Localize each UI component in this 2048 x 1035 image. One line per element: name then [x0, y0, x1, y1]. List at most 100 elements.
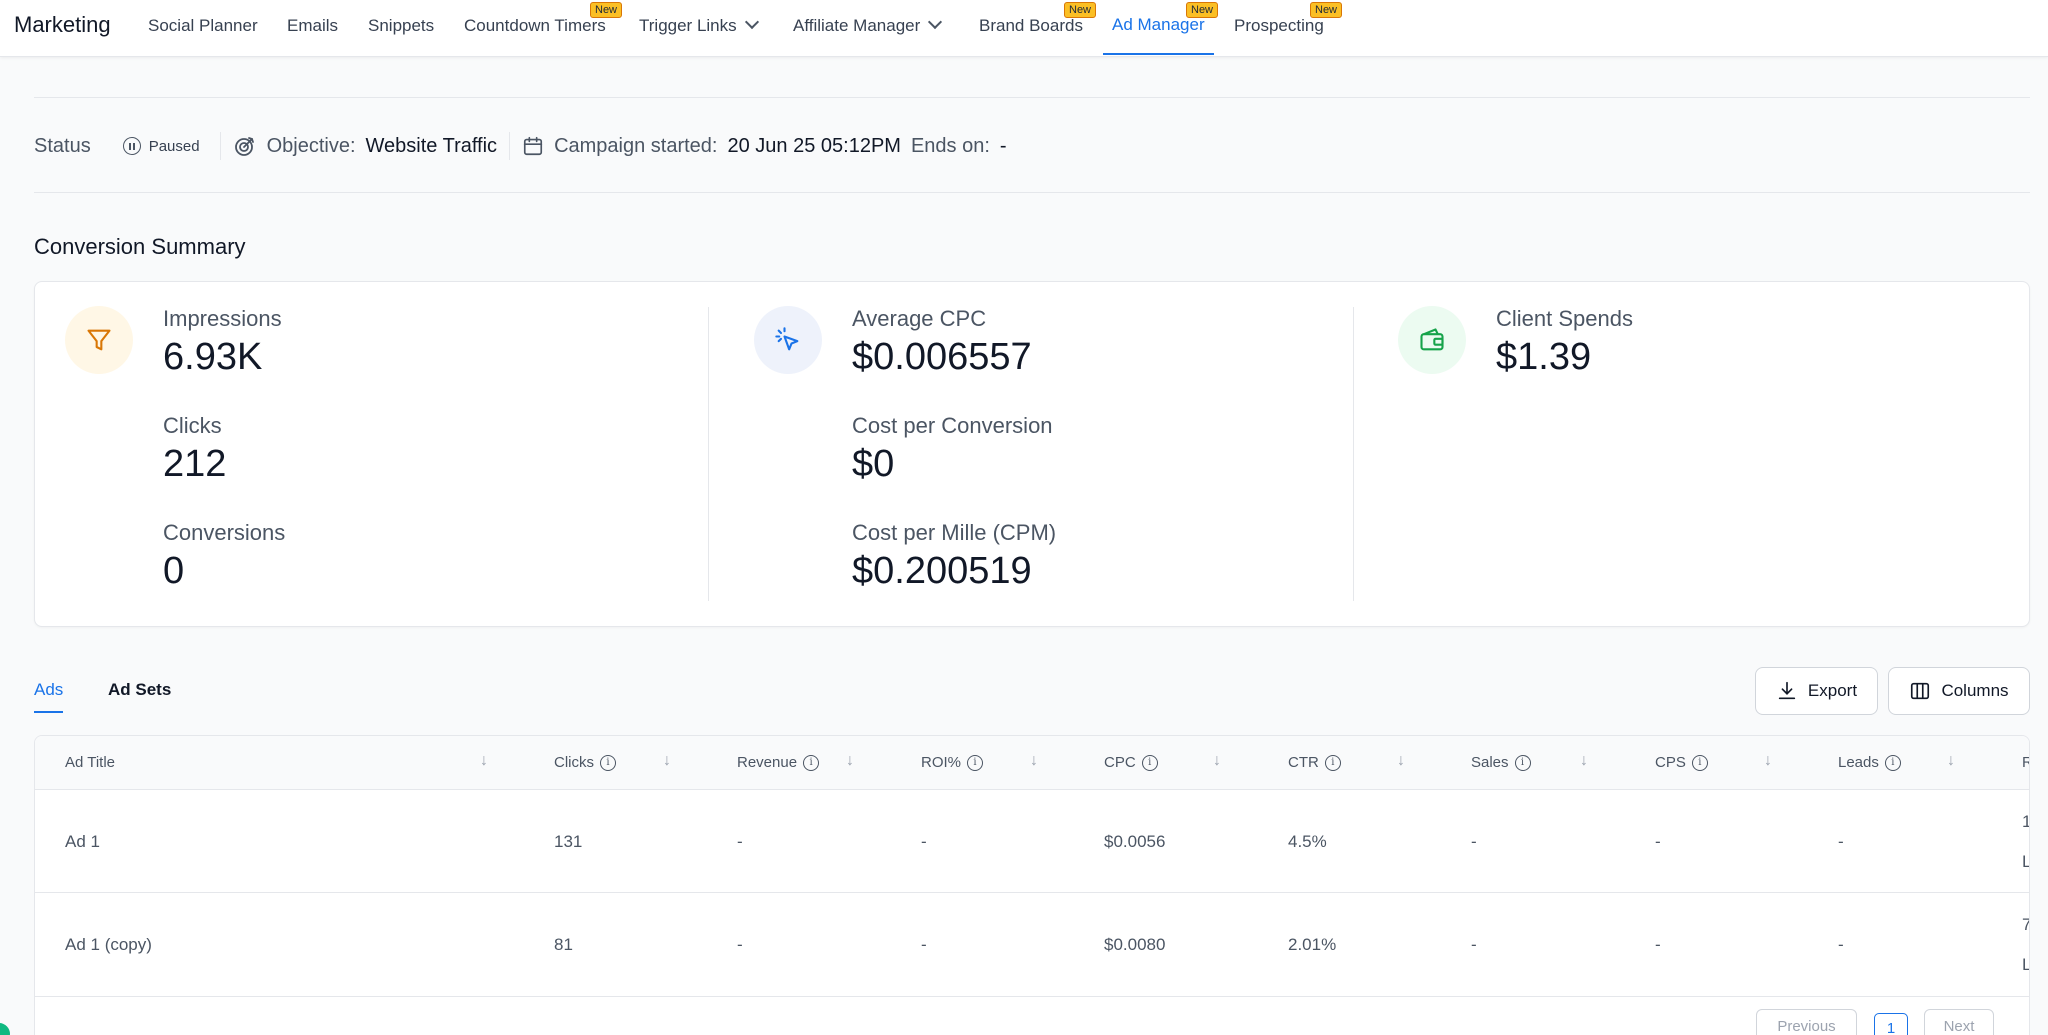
conversion-summary-card: Impressions 6.93K Clicks 212 Conversions… [34, 281, 2030, 627]
calendar-icon [523, 136, 543, 156]
new-badge: New [590, 2, 623, 18]
cell-r-line2: L [2022, 852, 2029, 872]
sort-icon[interactable]: ↓ [1213, 752, 1221, 770]
col-ad-title-label: Ad Title [65, 754, 116, 771]
export-button[interactable]: Export [1755, 667, 1878, 715]
objective-value: Website Traffic [365, 134, 498, 157]
nav-affiliate-manager-label: Affiliate Manager [793, 16, 921, 35]
info-icon[interactable]: i [1141, 754, 1158, 771]
nav-trigger-links-label: Trigger Links [639, 16, 737, 35]
pause-icon [122, 137, 141, 155]
cell-leads: - [1838, 935, 1844, 954]
col-sales[interactable]: Sales i [1471, 754, 1531, 771]
cell-ad-title[interactable]: Ad 1 (copy) [65, 935, 152, 955]
page-number-button[interactable]: 1 [1874, 1013, 1908, 1035]
nav-affiliate-manager[interactable]: Affiliate Manager [793, 14, 943, 56]
chevron-down-icon [928, 14, 943, 30]
cell-clicks: 131 [554, 832, 583, 851]
cell-cpc: $0.0056 [1104, 832, 1166, 851]
impressions-value: 6.93K [163, 336, 263, 378]
col-clicks[interactable]: Clicks i [554, 754, 616, 771]
info-icon[interactable]: i [1691, 754, 1708, 771]
campaign-started-label: Campaign started: [554, 134, 718, 157]
ads-table: Ad Title ↓ Clicks i ↓ Revenue i ↓ ROI% i ↓ … [34, 735, 2030, 1035]
top-nav: Marketing Social Planner Emails Snippets… [0, 0, 2048, 57]
app-title: Marketing [14, 12, 111, 37]
chevron-down-icon [744, 14, 759, 30]
col-cps[interactable]: CPS i [1655, 754, 1708, 771]
cell-cps: - [1655, 832, 1661, 851]
sort-icon[interactable]: ↓ [1397, 752, 1405, 770]
nav-ad-manager[interactable]: Ad Manager [1103, 15, 1214, 55]
divider [509, 132, 511, 160]
cpm-label: Cost per Mille (CPM) [852, 520, 1057, 545]
sort-icon[interactable]: ↓ [846, 752, 854, 770]
info-icon[interactable]: i [803, 754, 820, 771]
col-revenue[interactable]: Revenue i [737, 754, 820, 771]
nav-trigger-links[interactable]: Trigger Links [639, 14, 759, 56]
col-ad-title[interactable]: Ad Title [65, 754, 115, 771]
sort-icon[interactable]: ↓ [1030, 752, 1038, 770]
cell-cps: - [1655, 935, 1661, 954]
status-badge: Paused [122, 137, 200, 155]
col-leads[interactable]: Leads i [1838, 754, 1901, 771]
sort-icon[interactable]: ↓ [1580, 752, 1588, 770]
table-row[interactable]: Ad 1 (copy) 81 - - $0.0080 2.01% - - - 7… [35, 894, 2029, 997]
nav-snippets[interactable]: Snippets [368, 16, 434, 56]
col-sales-label: Sales [1471, 754, 1509, 771]
col-cpc-label: CPC [1104, 754, 1136, 771]
col-roi[interactable]: ROI% i [921, 754, 984, 771]
sort-icon[interactable]: ↓ [1764, 752, 1772, 770]
impressions-label: Impressions [163, 306, 282, 331]
next-button[interactable]: Next [1924, 1009, 1994, 1035]
objective-label: Objective: [266, 134, 356, 157]
col-r[interactable]: R [2022, 754, 2029, 771]
nav-social-planner[interactable]: Social Planner [148, 16, 258, 56]
table-row[interactable]: Ad 1 131 - - $0.0056 4.5% - - - 1 L [35, 790, 2029, 893]
tab-ads[interactable]: Ads [34, 680, 64, 713]
cell-ctr: 2.01% [1288, 935, 1337, 954]
sort-icon[interactable]: ↓ [663, 752, 671, 770]
target-icon [234, 137, 254, 156]
info-icon[interactable]: i [1884, 754, 1901, 771]
nav-countdown-timers[interactable]: Countdown Timers [464, 16, 606, 56]
wallet-icon [1398, 306, 1466, 374]
status-label: Status [34, 134, 91, 157]
col-r-label: R [2022, 754, 2029, 771]
info-icon[interactable]: i [1514, 754, 1531, 771]
divider [708, 307, 709, 601]
conversions-label: Conversions [163, 520, 286, 545]
help-widget-icon[interactable] [0, 1023, 10, 1035]
col-roi-label: ROI% [921, 754, 962, 771]
col-cpc[interactable]: CPC i [1104, 754, 1158, 771]
cpm-value: $0.200519 [852, 550, 1032, 592]
info-icon[interactable]: i [600, 754, 616, 771]
col-ctr[interactable]: CTR i [1288, 754, 1341, 771]
new-badge: New [1310, 2, 1343, 18]
cell-ctr: 4.5% [1288, 832, 1327, 851]
ends-on-label: Ends on: [910, 134, 990, 157]
cell-leads: - [1838, 832, 1844, 851]
info-icon[interactable]: i [967, 754, 984, 771]
tab-ad-sets[interactable]: Ad Sets [108, 680, 171, 700]
nav-prospecting[interactable]: Prospecting [1234, 16, 1324, 56]
divider [219, 132, 221, 160]
nav-brand-boards[interactable]: Brand Boards [979, 16, 1083, 56]
nav-emails[interactable]: Emails [287, 16, 338, 56]
sort-icon[interactable]: ↓ [480, 752, 488, 770]
new-badge: New [1186, 2, 1219, 18]
ends-on-value: - [999, 134, 1007, 157]
previous-button[interactable]: Previous [1756, 1009, 1857, 1035]
columns-button[interactable]: Columns [1888, 667, 2030, 715]
col-ctr-label: CTR [1288, 754, 1319, 771]
section-title: Conversion Summary [34, 234, 246, 259]
cell-sales: - [1471, 832, 1477, 851]
columns-icon [1911, 682, 1930, 700]
cell-roi: - [921, 935, 927, 954]
cell-ad-title[interactable]: Ad 1 [65, 832, 100, 852]
new-badge: New [1064, 2, 1097, 18]
cell-r-line1: 7 [2022, 915, 2029, 935]
info-icon[interactable]: i [1324, 754, 1341, 771]
sort-icon[interactable]: ↓ [1947, 752, 1955, 770]
col-cps-label: CPS [1655, 754, 1686, 771]
